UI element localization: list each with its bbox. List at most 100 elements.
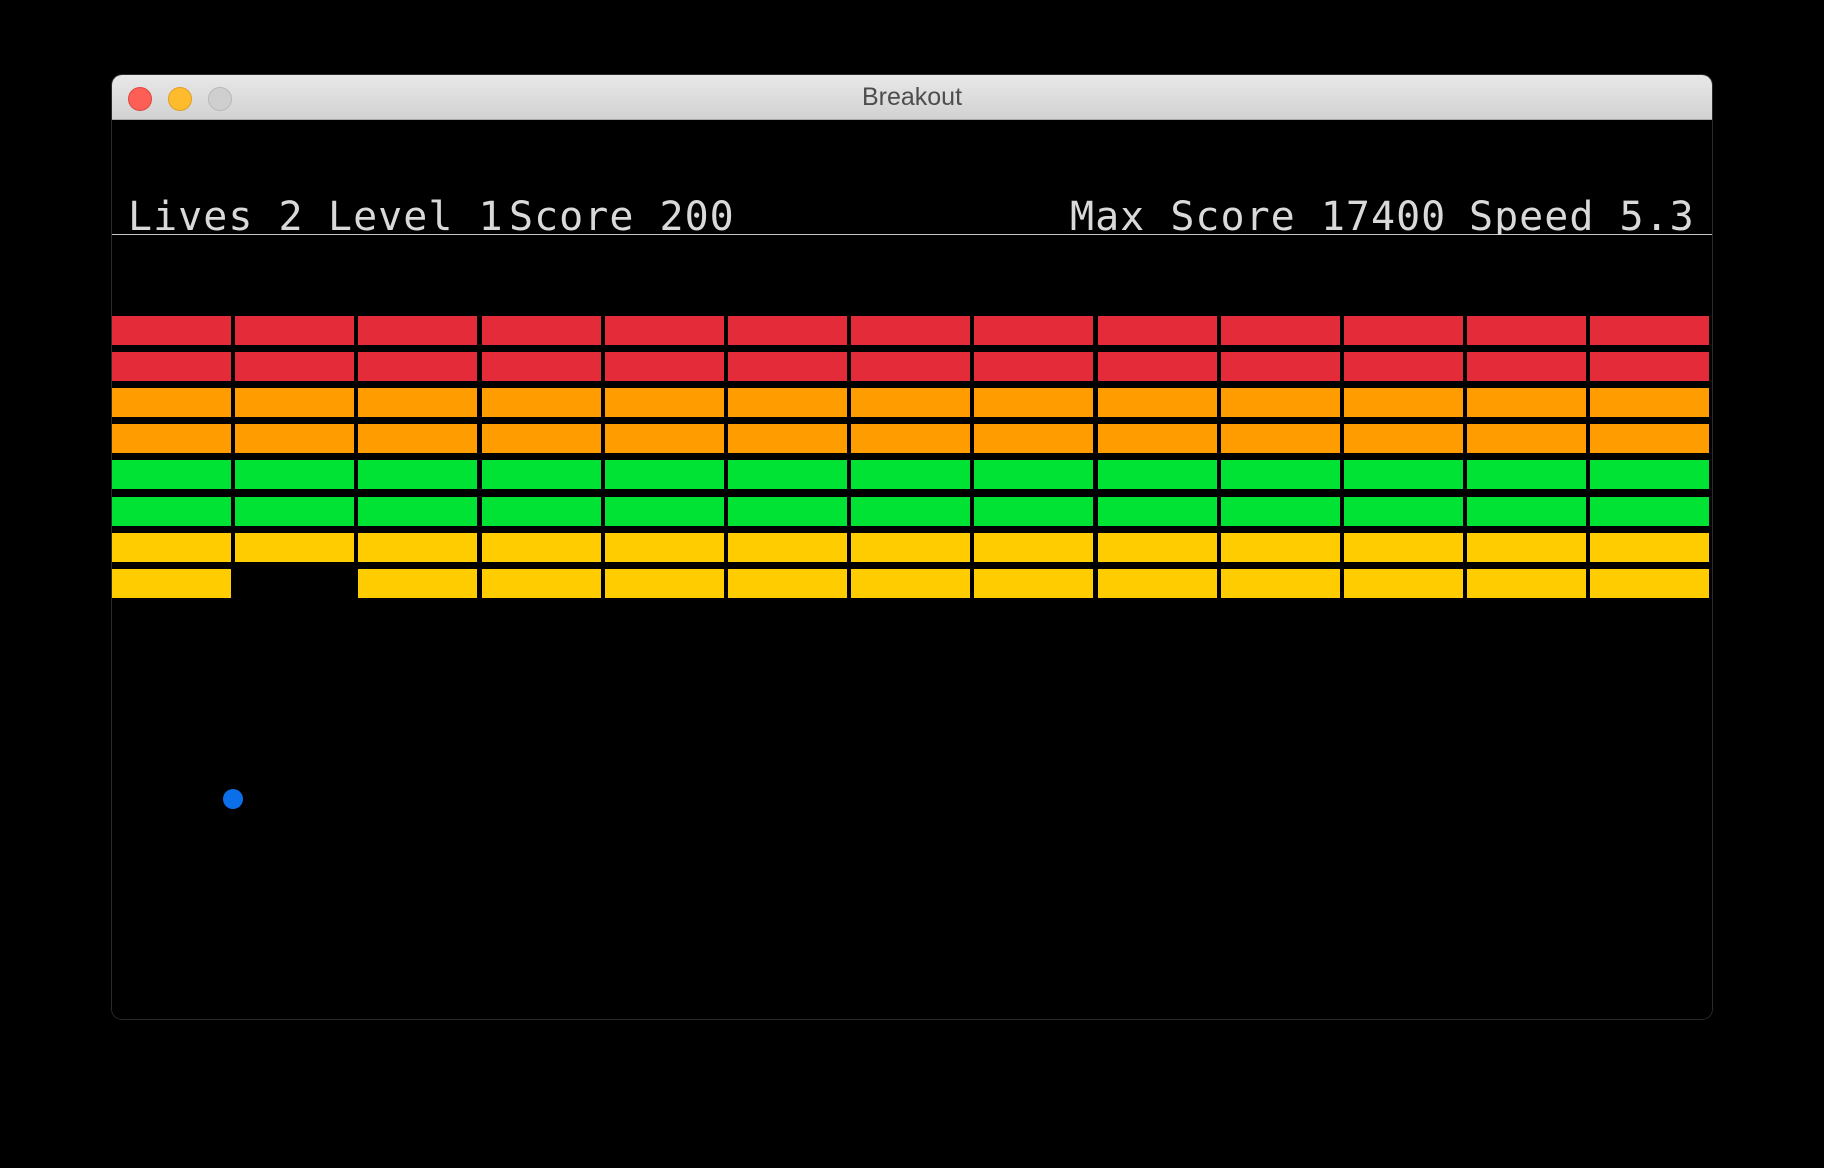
brick-green bbox=[112, 460, 231, 489]
brick-green bbox=[1590, 460, 1709, 489]
brick-red bbox=[1467, 316, 1586, 345]
brick-red bbox=[605, 316, 724, 345]
brick-orange bbox=[851, 388, 970, 417]
brick-red bbox=[482, 352, 601, 381]
brick-green bbox=[974, 497, 1093, 526]
brick-yellow bbox=[974, 569, 1093, 598]
brick-yellow bbox=[358, 569, 477, 598]
brick-green bbox=[482, 460, 601, 489]
brick-orange bbox=[1467, 424, 1586, 453]
brick-orange bbox=[482, 424, 601, 453]
brick-yellow bbox=[605, 569, 724, 598]
brick-red bbox=[1467, 352, 1586, 381]
brick-yellow bbox=[482, 569, 601, 598]
brick-green bbox=[605, 460, 724, 489]
brick-yellow bbox=[1098, 569, 1217, 598]
brick-yellow bbox=[1467, 569, 1586, 598]
brick-red bbox=[728, 316, 847, 345]
brick-red bbox=[358, 316, 477, 345]
brick-yellow bbox=[235, 533, 354, 562]
brick-red bbox=[1344, 316, 1463, 345]
brick-green bbox=[358, 460, 477, 489]
brick-green bbox=[851, 497, 970, 526]
brick-yellow bbox=[1590, 569, 1709, 598]
brick-orange bbox=[605, 388, 724, 417]
brick-yellow bbox=[1221, 569, 1340, 598]
brick-orange bbox=[1344, 388, 1463, 417]
title-bar[interactable]: Breakout bbox=[112, 75, 1712, 120]
brick-orange bbox=[235, 424, 354, 453]
brick-green bbox=[1467, 497, 1586, 526]
brick-yellow bbox=[112, 569, 231, 598]
brick-orange bbox=[1467, 388, 1586, 417]
brick-yellow bbox=[851, 533, 970, 562]
brick-red bbox=[1590, 316, 1709, 345]
brick-green bbox=[1221, 460, 1340, 489]
minimize-button[interactable] bbox=[168, 87, 192, 111]
brick-green bbox=[974, 460, 1093, 489]
brick-orange bbox=[1590, 424, 1709, 453]
brick-orange bbox=[1221, 388, 1340, 417]
level-indicator: Level 1 bbox=[328, 194, 504, 240]
brick-orange bbox=[358, 424, 477, 453]
ball bbox=[223, 789, 243, 809]
brick-red bbox=[112, 316, 231, 345]
brick-green bbox=[235, 460, 354, 489]
brick-yellow bbox=[728, 569, 847, 598]
brick-green bbox=[728, 497, 847, 526]
brick-yellow bbox=[1590, 533, 1709, 562]
brick-orange bbox=[605, 424, 724, 453]
brick-orange bbox=[1098, 388, 1217, 417]
brick-yellow bbox=[1221, 533, 1340, 562]
brick-yellow bbox=[1344, 533, 1463, 562]
brick-red bbox=[728, 352, 847, 381]
close-button[interactable] bbox=[128, 87, 152, 111]
brick-yellow bbox=[482, 533, 601, 562]
brick-red bbox=[235, 352, 354, 381]
brick-orange bbox=[974, 388, 1093, 417]
brick-yellow bbox=[728, 533, 847, 562]
brick-yellow bbox=[1098, 533, 1217, 562]
brick-green bbox=[358, 497, 477, 526]
brick-green bbox=[1221, 497, 1340, 526]
brick-red bbox=[851, 316, 970, 345]
brick-red bbox=[1344, 352, 1463, 381]
brick-green bbox=[112, 497, 231, 526]
playfield[interactable] bbox=[112, 235, 1712, 1019]
brick-green bbox=[605, 497, 724, 526]
brick-green bbox=[1590, 497, 1709, 526]
brick-yellow bbox=[1467, 533, 1586, 562]
brick-orange bbox=[1344, 424, 1463, 453]
window-title: Breakout bbox=[861, 83, 963, 111]
brick-yellow bbox=[1344, 569, 1463, 598]
brick-orange bbox=[482, 388, 601, 417]
speed-indicator: Speed 5.3 bbox=[1469, 194, 1695, 240]
brick-yellow bbox=[974, 533, 1093, 562]
brick-red bbox=[605, 352, 724, 381]
brick-green bbox=[482, 497, 601, 526]
brick-green bbox=[851, 460, 970, 489]
brick-orange bbox=[235, 388, 354, 417]
brick-red bbox=[1221, 316, 1340, 345]
brick-green bbox=[1344, 497, 1463, 526]
brick-green bbox=[235, 497, 354, 526]
brick-yellow bbox=[605, 533, 724, 562]
max-score-counter: Max Score 17400 bbox=[1070, 194, 1447, 240]
brick-red bbox=[851, 352, 970, 381]
brick-green bbox=[728, 460, 847, 489]
brick-red bbox=[1590, 352, 1709, 381]
brick-green bbox=[1098, 497, 1217, 526]
brick-yellow bbox=[358, 533, 477, 562]
score-counter: Score 200 bbox=[509, 194, 735, 240]
brick-yellow bbox=[851, 569, 970, 598]
brick-red bbox=[974, 352, 1093, 381]
brick-red bbox=[482, 316, 601, 345]
brick-orange bbox=[112, 388, 231, 417]
brick-red bbox=[235, 316, 354, 345]
zoom-button[interactable] bbox=[208, 87, 232, 111]
brick-orange bbox=[728, 424, 847, 453]
brick-red bbox=[112, 352, 231, 381]
brick-orange bbox=[851, 424, 970, 453]
brick-orange bbox=[974, 424, 1093, 453]
brick-red bbox=[1098, 352, 1217, 381]
